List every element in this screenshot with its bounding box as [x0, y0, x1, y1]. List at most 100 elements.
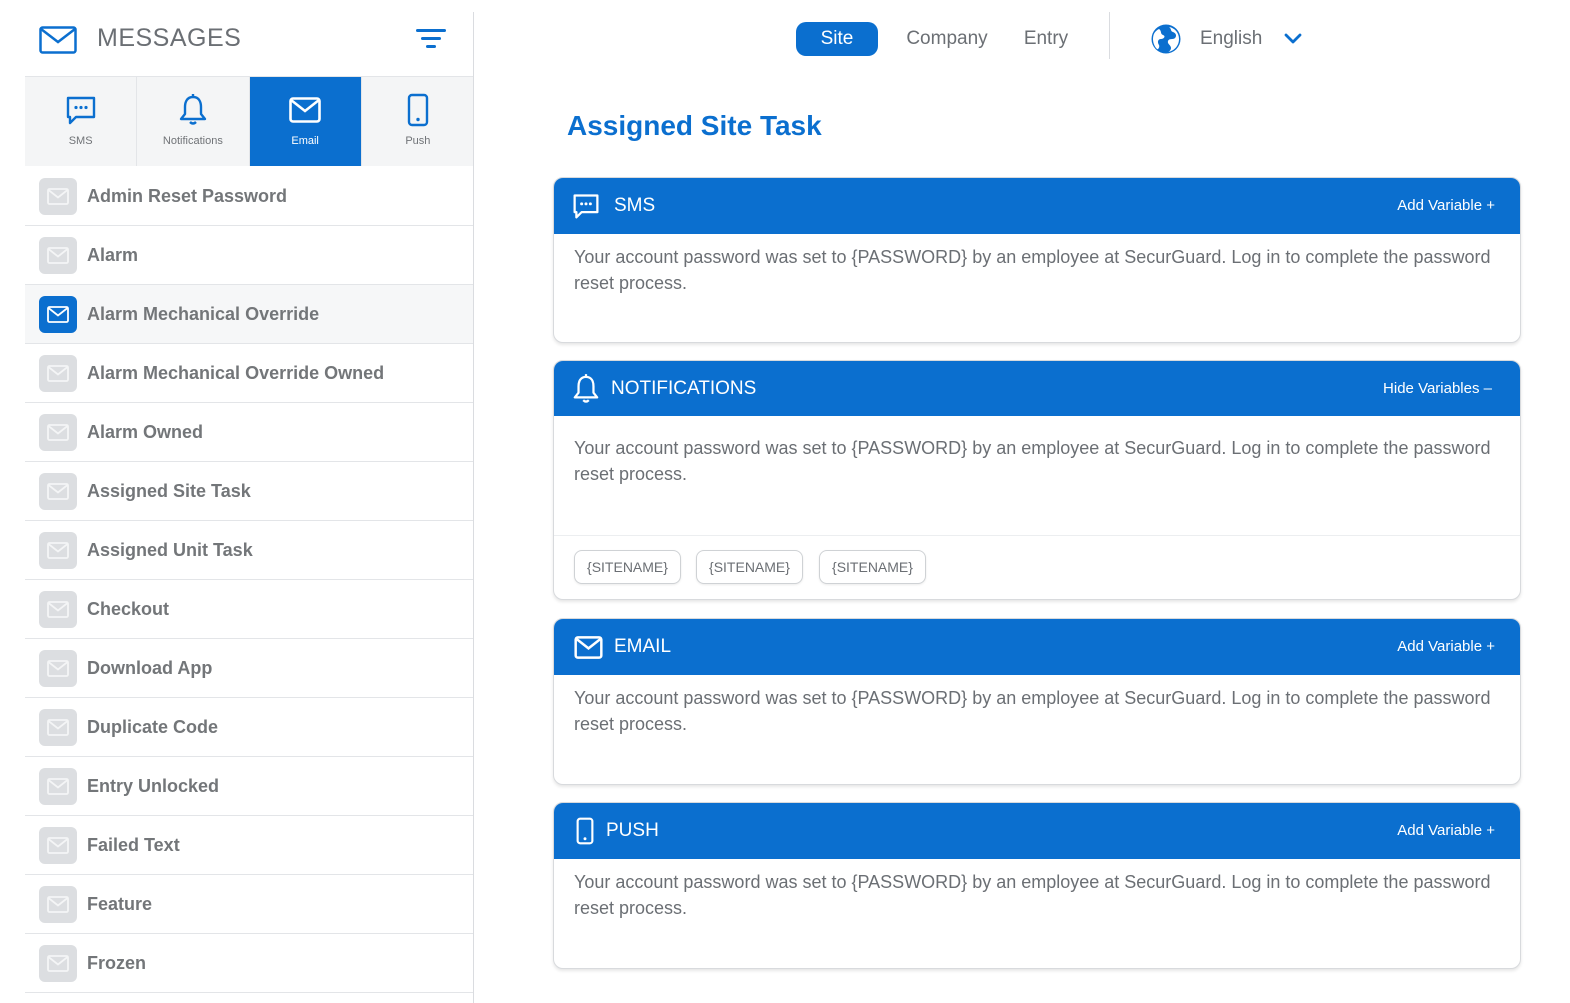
list-item[interactable]: Feature — [25, 875, 474, 934]
card-title: PUSH — [606, 820, 659, 841]
sms-card: SMS Add Variable + Your account password… — [553, 177, 1521, 343]
tab-email[interactable]: Email — [249, 77, 362, 166]
tab-label: Notifications — [162, 135, 223, 147]
list-item-label: Frozen — [87, 953, 147, 973]
filter-icon[interactable] — [415, 27, 447, 51]
envelope-icon — [39, 709, 77, 746]
list-item[interactable]: Alarm Mechanical Override Owned — [25, 344, 474, 403]
sms-icon — [66, 96, 95, 125]
list-item-label: Alarm Owned — [87, 422, 204, 442]
envelope-icon — [39, 650, 77, 687]
card-header: EMAIL Add Variable + — [554, 619, 1520, 675]
variable-chip[interactable]: {SITENAME} — [819, 550, 926, 584]
envelope-icon — [39, 414, 77, 451]
language-label: English — [1200, 28, 1263, 49]
push-card: PUSH Add Variable + Your account passwor… — [553, 802, 1521, 969]
bell-icon — [179, 94, 207, 125]
page-title: Assigned Site Task — [567, 110, 822, 141]
messages-app: MESSAGES SMS Notifications Email Push Ad… — [0, 0, 1570, 1003]
channel-tabs: SMS Notifications Email Push — [25, 76, 474, 166]
sidebar-header: MESSAGES — [25, 0, 474, 76]
envelope-icon — [39, 178, 77, 215]
list-item-label: Download App — [87, 658, 213, 678]
list-item[interactable]: Download App — [25, 639, 474, 698]
envelope-icon — [39, 355, 77, 392]
language-selector[interactable]: English — [1150, 22, 1302, 56]
list-item[interactable]: Failed Text — [25, 816, 474, 875]
list-item-label: Alarm Mechanical Override — [87, 304, 320, 324]
message-list: Admin Reset Password Alarm Alarm Mechanica… — [25, 167, 474, 993]
envelope-icon — [39, 945, 77, 982]
list-item[interactable]: Entry Unlocked — [25, 757, 474, 816]
envelope-icon — [39, 768, 77, 805]
phone-icon — [407, 93, 429, 127]
message-body[interactable]: Your account password was set to {PASSWO… — [554, 416, 1520, 487]
list-item[interactable]: Checkout — [25, 580, 474, 639]
tab-label: Push — [405, 135, 431, 147]
list-item-label: Checkout — [87, 599, 170, 619]
list-item-label: Assigned Unit Task — [87, 540, 253, 560]
envelope-icon — [39, 532, 77, 569]
list-item[interactable]: Admin Reset Password — [25, 167, 474, 226]
envelope-icon — [39, 473, 77, 510]
card-header: SMS Add Variable + — [554, 178, 1520, 234]
tab-sms[interactable]: SMS — [25, 77, 138, 166]
envelope-icon — [39, 26, 77, 54]
envelope-icon — [39, 886, 77, 923]
message-body[interactable]: Your account password was set to {PASSWO… — [554, 859, 1520, 921]
top-nav: Site Company Entry English — [474, 0, 1570, 80]
sidebar-divider — [473, 12, 474, 1003]
card-title: SMS — [614, 195, 656, 216]
hide-variables-button[interactable]: Hide Variables – — [1383, 380, 1492, 397]
list-item-label: Feature — [87, 894, 153, 914]
list-item-label: Entry Unlocked — [87, 776, 220, 796]
add-variable-button[interactable]: Add Variable + — [1397, 822, 1495, 839]
chevron-down-icon — [1284, 33, 1302, 44]
nav-company-button[interactable]: Company — [898, 22, 996, 56]
list-item-label: Failed Text — [87, 835, 180, 855]
variable-chip[interactable]: {SITENAME} — [696, 550, 803, 584]
list-item[interactable]: Alarm Mechanical Override — [25, 285, 474, 344]
variable-chips: {SITENAME} {SITENAME} {SITENAME} — [554, 535, 1520, 599]
email-card: EMAIL Add Variable + Your account passwo… — [553, 618, 1521, 785]
list-item[interactable]: Assigned Unit Task — [25, 521, 474, 580]
message-body[interactable]: Your account password was set to {PASSWO… — [554, 234, 1520, 296]
add-variable-button[interactable]: Add Variable + — [1397, 197, 1495, 214]
tab-notifications[interactable]: Notifications — [137, 77, 250, 166]
list-item-label: Alarm — [87, 245, 139, 265]
sidebar-title: MESSAGES — [97, 24, 242, 52]
card-title: EMAIL — [614, 636, 672, 657]
list-item[interactable]: Frozen — [25, 934, 474, 993]
globe-icon — [1151, 24, 1181, 54]
list-item-label: Admin Reset Password — [87, 186, 288, 206]
nav-divider — [1109, 12, 1110, 59]
list-item-label: Assigned Site Task — [87, 481, 251, 501]
list-item[interactable]: Alarm — [25, 226, 474, 285]
add-variable-button[interactable]: Add Variable + — [1397, 638, 1495, 655]
tab-push[interactable]: Push — [361, 77, 474, 166]
envelope-icon — [574, 635, 603, 659]
list-item-label: Alarm Mechanical Override Owned — [87, 363, 385, 383]
message-body[interactable]: Your account password was set to {PASSWO… — [554, 675, 1520, 737]
variable-chip[interactable]: {SITENAME} — [574, 550, 681, 584]
nav-site-button[interactable]: Site — [796, 22, 878, 56]
nav-entry-button[interactable]: Entry — [1014, 22, 1078, 56]
list-item[interactable]: Duplicate Code — [25, 698, 474, 757]
phone-icon — [576, 817, 594, 845]
bell-icon — [573, 373, 599, 403]
envelope-icon — [39, 591, 77, 628]
list-item-label: Duplicate Code — [87, 717, 219, 737]
card-header: NOTIFICATIONS Hide Variables – — [554, 361, 1520, 416]
notifications-card: NOTIFICATIONS Hide Variables – Your acco… — [553, 360, 1521, 600]
list-item[interactable]: Alarm Owned — [25, 403, 474, 462]
envelope-icon — [39, 237, 77, 274]
tab-label: Email — [291, 135, 319, 147]
card-header: PUSH Add Variable + — [554, 803, 1520, 859]
envelope-icon — [39, 296, 77, 333]
envelope-icon — [39, 827, 77, 864]
sidebar: MESSAGES SMS Notifications Email Push Ad… — [25, 0, 474, 1003]
list-item[interactable]: Assigned Site Task — [25, 462, 474, 521]
envelope-icon — [289, 97, 321, 123]
tab-label: SMS — [68, 135, 93, 147]
sms-icon — [573, 194, 599, 219]
